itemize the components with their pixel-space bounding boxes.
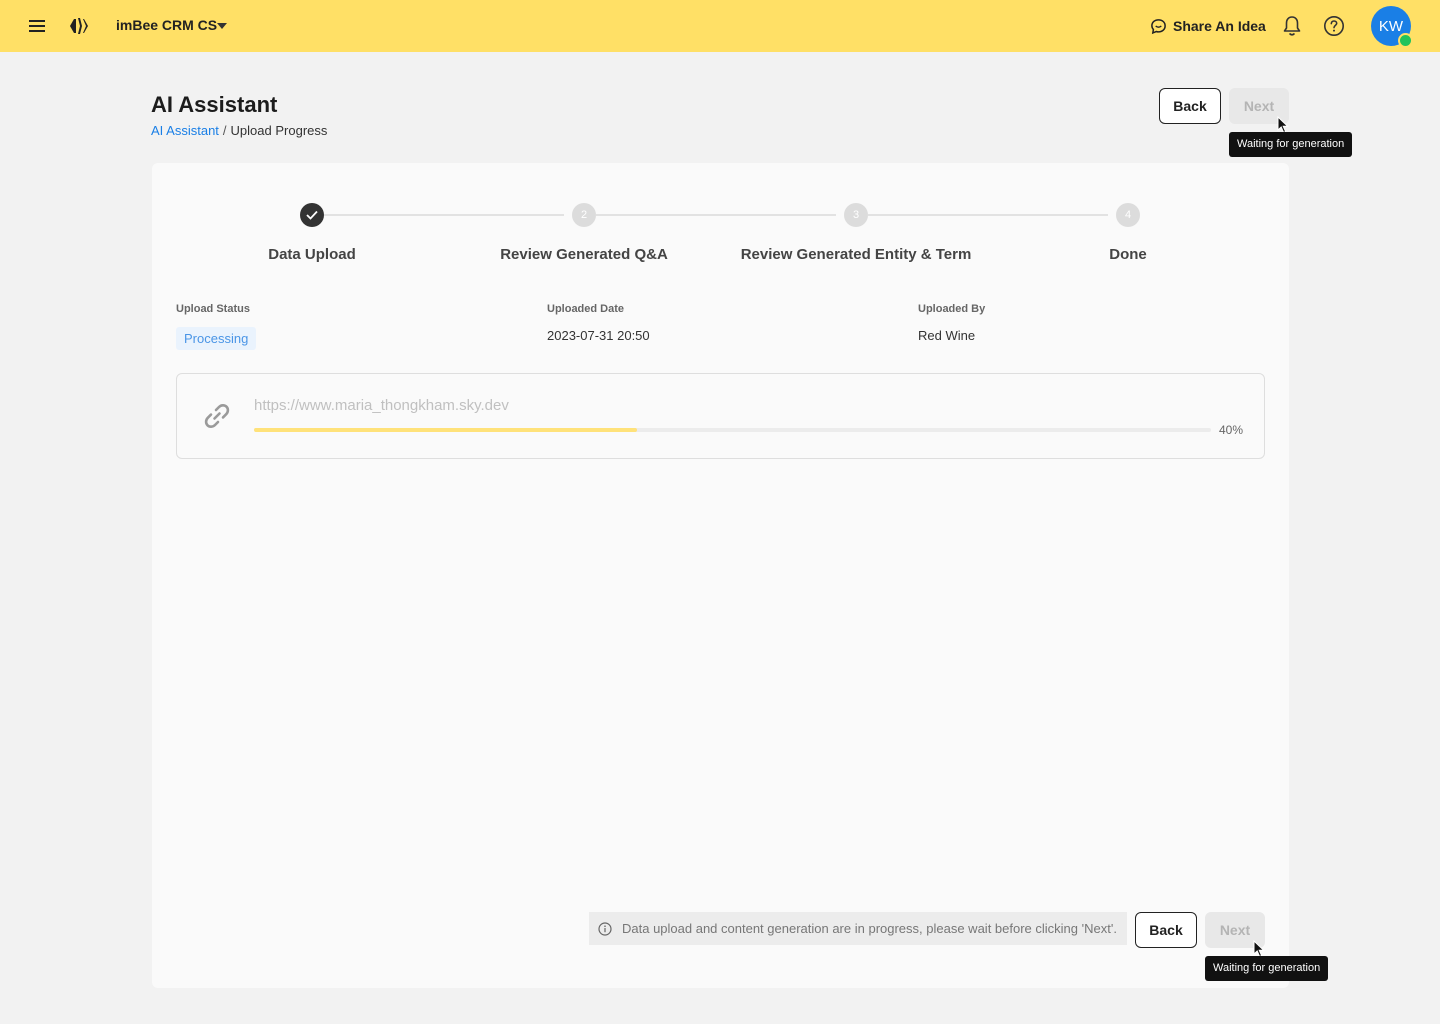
progress-bar-fill — [254, 428, 637, 432]
step-label-done: Done — [1109, 246, 1147, 263]
uploaded-date-value: 2023-07-31 20:50 — [547, 328, 650, 343]
status-badge: Processing — [176, 327, 257, 350]
info-message-text: Data upload and content generation are i… — [622, 921, 1117, 936]
help-icon[interactable] — [1323, 15, 1345, 37]
link-icon — [204, 404, 230, 428]
stepper: 2 3 4 Data Upload Review Generated Q&A R… — [152, 163, 1289, 283]
step-2-indicator: 2 — [572, 203, 596, 227]
step-label-data-upload: Data Upload — [268, 246, 356, 263]
upload-item: https://www.maria_thongkham.sky.dev 40% — [176, 373, 1265, 459]
online-status-dot — [1398, 33, 1413, 48]
top-bar: imBee CRM CS Share An Idea KW — [0, 0, 1440, 52]
uploaded-by-value: Red Wine — [918, 328, 976, 343]
caret-down-icon[interactable] — [216, 21, 228, 31]
page-title: AI Assistant — [151, 92, 278, 117]
back-button-bottom[interactable]: Back — [1135, 912, 1197, 948]
back-button-top[interactable]: Back — [1159, 88, 1221, 124]
menu-icon[interactable] — [28, 17, 46, 35]
upload-status-label: Upload Status — [176, 303, 250, 315]
progress-bar — [254, 428, 1211, 432]
info-icon — [598, 921, 612, 936]
step-connector — [324, 214, 564, 216]
next-tooltip-top: Waiting for generation — [1229, 132, 1353, 157]
breadcrumb-link-ai-assistant[interactable]: AI Assistant — [151, 123, 219, 138]
upload-url: https://www.maria_thongkham.sky.dev — [254, 397, 509, 414]
avatar-initials: KW — [1378, 17, 1404, 35]
step-connector — [868, 214, 1108, 216]
progress-percent: 40% — [1219, 423, 1244, 437]
bell-icon[interactable] — [1281, 14, 1303, 38]
step-3-indicator: 3 — [844, 203, 868, 227]
info-message: Data upload and content generation are i… — [589, 912, 1127, 945]
step-label-review-entity: Review Generated Entity & Term — [740, 246, 972, 263]
uploaded-by-label: Uploaded By — [918, 303, 986, 315]
logo-icon[interactable] — [68, 15, 90, 37]
breadcrumb-current: Upload Progress — [230, 123, 328, 138]
step-connector — [596, 214, 836, 216]
breadcrumb-separator: / — [222, 123, 227, 138]
chat-bubble-icon — [1151, 18, 1166, 34]
step-label-review-qa: Review Generated Q&A — [500, 246, 668, 263]
uploaded-date-label: Uploaded Date — [547, 303, 625, 315]
share-idea-button[interactable]: Share An Idea — [1150, 15, 1266, 37]
upload-progress-card: 2 3 4 Data Upload Review Generated Q&A R… — [152, 163, 1289, 988]
step-1-check-icon — [300, 203, 324, 227]
workspace-name[interactable]: imBee CRM CS — [116, 17, 217, 33]
breadcrumb: AI Assistant / Upload Progress — [151, 123, 327, 138]
step-4-indicator: 4 — [1116, 203, 1140, 227]
next-tooltip-bottom: Waiting for generation — [1205, 956, 1329, 981]
share-idea-label: Share An Idea — [1173, 18, 1266, 34]
